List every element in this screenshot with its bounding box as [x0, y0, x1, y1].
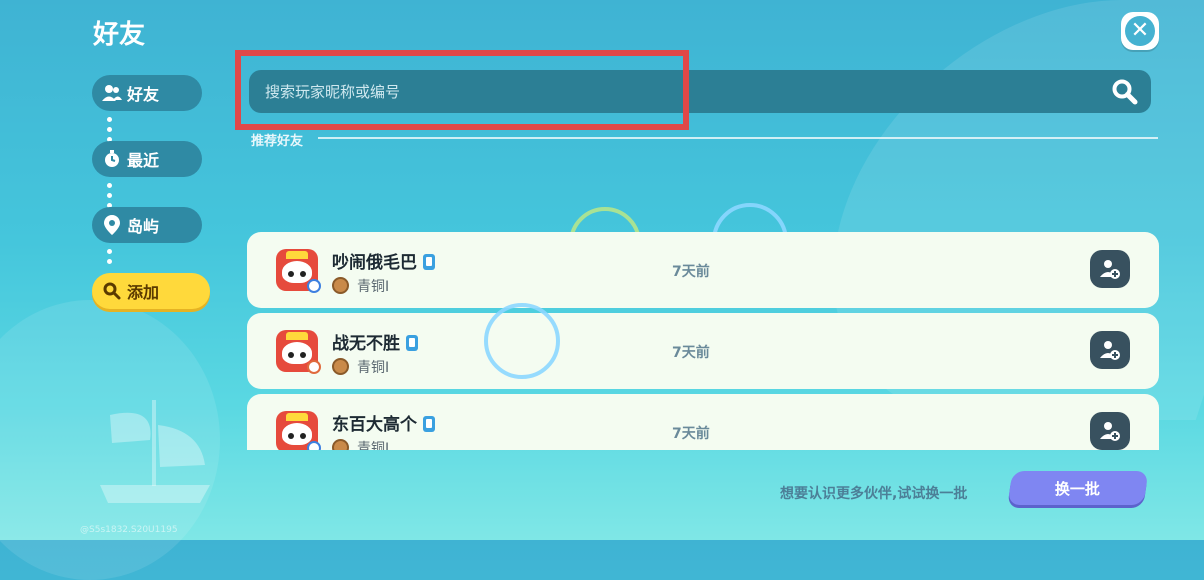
search-icon [101, 280, 123, 302]
friend-row: 吵闹俄毛巴 青铜I 7天前 [247, 232, 1159, 308]
platform-badge-icon [307, 441, 321, 450]
users-icon [101, 82, 123, 104]
sidebar-item-label: 添加 [127, 283, 160, 302]
friend-row: 战无不胜 青铜I 7天前 [247, 313, 1159, 389]
sidebar-item-label: 岛屿 [127, 217, 160, 236]
friend-row: 东百大高个 青铜I 7天前 [247, 394, 1159, 450]
add-user-icon [1100, 260, 1120, 279]
sidebar-item-label: 最近 [127, 151, 160, 170]
friend-rank: 青铜I [357, 360, 390, 376]
section-label: 推荐好友 [251, 134, 304, 149]
rank-icon [332, 358, 349, 375]
sidebar-item-add[interactable]: 添加 [92, 273, 210, 309]
friend-name: 东百大高个 [332, 410, 435, 435]
phone-icon [406, 335, 418, 351]
refresh-hint: 想要认识更多伙伴,试试换一批 [780, 486, 968, 502]
sidebar-item-friends[interactable]: 好友 [92, 75, 202, 111]
ship-silhouette [100, 400, 210, 503]
phone-icon [423, 254, 435, 270]
add-user-icon [1100, 341, 1120, 360]
search-input[interactable] [263, 81, 1067, 102]
search-bar [249, 70, 1151, 113]
close-icon: ✕ [1125, 16, 1155, 46]
last-seen: 7天前 [672, 426, 710, 442]
friend-name: 战无不胜 [332, 329, 418, 354]
add-user-icon [1100, 422, 1120, 441]
section-divider [318, 137, 1158, 139]
watermark: @S5s1832.S20U1195 [80, 525, 178, 535]
clock-icon [101, 148, 123, 170]
close-button[interactable]: ✕ [1121, 12, 1159, 50]
friend-list: 吵闹俄毛巴 青铜I 7天前 战无不胜 青铜I 7天前 东百大高个 青铜I 7天前 [247, 230, 1159, 450]
add-friend-button[interactable] [1090, 250, 1130, 288]
refresh-button-label: 换一批 [1055, 479, 1101, 498]
friend-rank: 青铜I [357, 441, 390, 450]
friend-name: 吵闹俄毛巴 [332, 248, 435, 273]
rank-icon [332, 277, 349, 294]
phone-icon [423, 416, 435, 432]
location-pin-icon [101, 214, 123, 236]
sidebar-connector [107, 249, 113, 269]
sidebar-item-islands[interactable]: 岛屿 [92, 207, 202, 243]
page-title: 好友 [93, 20, 146, 50]
last-seen: 7天前 [672, 345, 710, 361]
search-icon[interactable] [1111, 78, 1139, 106]
friend-rank: 青铜I [357, 279, 390, 295]
platform-badge-icon [307, 279, 321, 293]
last-seen: 7天前 [672, 264, 710, 280]
sidebar-item-label: 好友 [127, 85, 160, 104]
rank-icon [332, 439, 349, 450]
add-friend-button[interactable] [1090, 412, 1130, 450]
add-friend-button[interactable] [1090, 331, 1130, 369]
refresh-button[interactable]: 换一批 [1007, 471, 1149, 505]
sidebar-item-recent[interactable]: 最近 [92, 141, 202, 177]
platform-badge-icon [307, 360, 321, 374]
